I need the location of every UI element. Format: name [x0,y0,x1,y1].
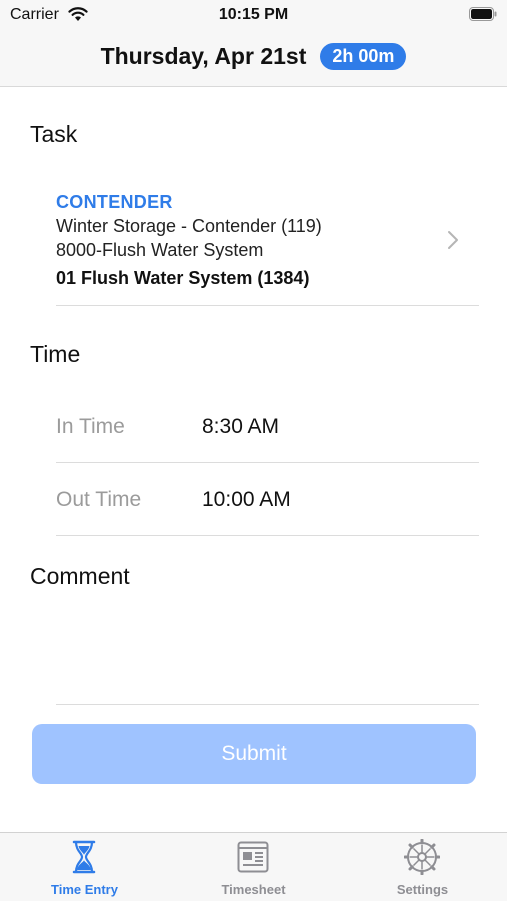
tab-time-entry-label: Time Entry [51,882,118,897]
tab-time-entry[interactable]: Time Entry [0,833,169,901]
nav-bar: Thursday, Apr 21st 2h 00m [0,30,507,87]
in-time-row[interactable]: In Time 8:30 AM [56,390,479,463]
tab-settings[interactable]: Settings [338,833,507,901]
tab-timesheet-label: Timesheet [221,882,286,897]
tab-settings-label: Settings [396,882,449,897]
gear-icon [403,838,441,876]
out-time-value[interactable]: 10:00 AM [202,488,291,512]
task-section-header: Task [30,121,78,147]
in-time-label: In Time [56,415,125,438]
comment-section-header: Comment [30,563,130,589]
out-time-label: Out Time [56,488,142,511]
time-section-header: Time [30,341,81,367]
status-bar: Carrier 10:15 PM [0,0,507,30]
battery-icon [469,7,497,21]
duration-badge: 2h 00m [320,42,407,70]
timesheet-icon [235,839,271,875]
task-system: 8000-Flush Water System [56,240,264,260]
status-time: 10:15 PM [218,6,289,23]
tab-bar: Time Entry Timesheet Settings [0,832,507,901]
task-job: Winter Storage - Contender (119) [56,216,322,236]
comment-input[interactable] [56,600,479,705]
task-company: CONTENDER [56,192,173,212]
task-selector[interactable]: CONTENDER Winter Storage - Contender (11… [56,188,479,306]
tab-timesheet[interactable]: Timesheet [169,833,338,901]
submit-button[interactable]: Submit [32,724,476,784]
out-time-row[interactable]: Out Time 10:00 AM [56,463,479,536]
chevron-right-icon [447,230,459,255]
hourglass-icon [66,839,102,875]
task-code: 01 Flush Water System (1384) [56,268,310,288]
in-time-value[interactable]: 8:30 AM [202,415,279,439]
date-title: Thursday, Apr 21st [100,42,307,69]
